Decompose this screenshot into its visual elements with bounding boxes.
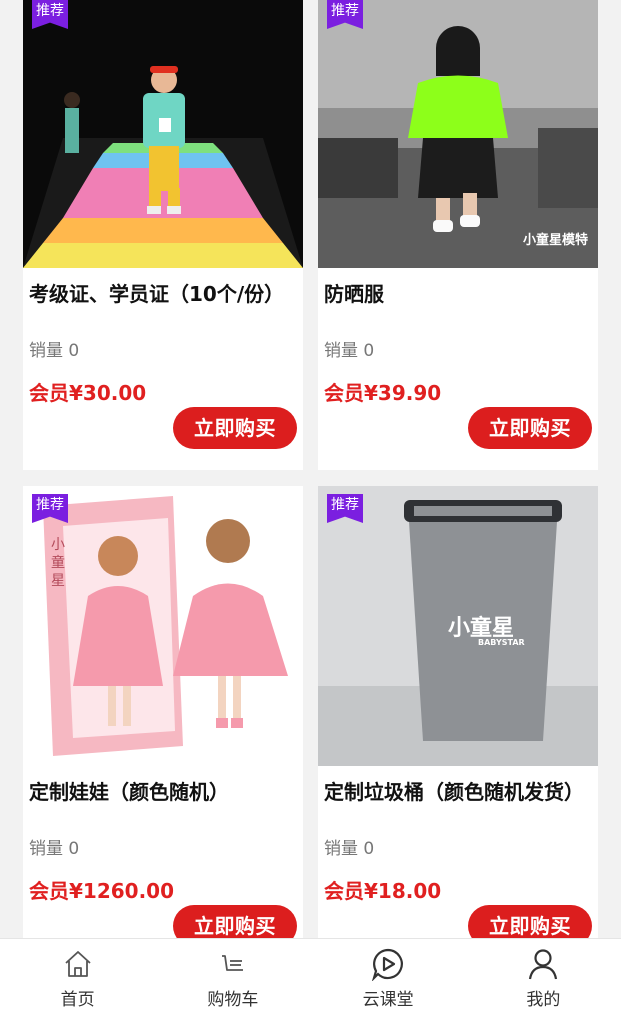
- watermark-text: 小童星模特: [522, 233, 588, 248]
- tab-label: 我的: [526, 990, 561, 1010]
- tab-home[interactable]: 首页: [0, 939, 155, 1014]
- product-price: 会员¥30.00: [29, 381, 147, 405]
- kid-runway-photo: [23, 0, 303, 268]
- tab-label: 首页: [60, 990, 95, 1010]
- product-card[interactable]: 推荐 考级证、学员证（10个/份） 销量 0 会员¥30.00 立即购买: [23, 0, 303, 470]
- product-card[interactable]: 小童星 推荐 定制娃娃（颜色随机） 销量 0 会员¥1260.00 立即购买: [23, 486, 303, 946]
- product-image[interactable]: 小童星: [23, 486, 303, 766]
- sales-count: 销量 0: [29, 839, 80, 859]
- bin-logo-sub: BABYSTAR: [478, 638, 525, 647]
- home-icon: [65, 951, 91, 977]
- sales-count: 销量 0: [324, 341, 375, 361]
- product-title[interactable]: 防晒服: [324, 278, 592, 311]
- buy-now-button[interactable]: 立即购买: [468, 407, 592, 449]
- cart-icon: [221, 955, 243, 971]
- product-image[interactable]: 小童星 BABYSTAR: [318, 486, 598, 766]
- kid-green-jacket-photo: [318, 0, 598, 268]
- tab-label: 购物车: [207, 990, 259, 1010]
- bottom-tab-bar: 首页 购物车 云课堂 我的: [0, 938, 621, 1014]
- product-price: 会员¥18.00: [324, 879, 442, 903]
- product-title[interactable]: 定制垃圾桶（颜色随机发货）: [324, 776, 592, 809]
- user-icon: [529, 949, 558, 980]
- doll-box-photo: [23, 486, 303, 766]
- buy-now-button[interactable]: 立即购买: [173, 407, 297, 449]
- tab-cloud-class[interactable]: 云课堂: [311, 939, 466, 1014]
- play-icon: [372, 948, 404, 981]
- product-card[interactable]: 小童星 BABYSTAR 推荐 定制垃圾桶（颜色随机发货） 销量 0 会员¥18…: [318, 486, 598, 946]
- sales-count: 销量 0: [324, 839, 375, 859]
- product-price: 会员¥39.90: [324, 381, 442, 405]
- product-title[interactable]: 定制娃娃（颜色随机）: [29, 776, 297, 809]
- product-image[interactable]: [23, 0, 303, 268]
- tab-mine[interactable]: 我的: [466, 939, 621, 1014]
- product-image[interactable]: 小童星模特: [318, 0, 598, 268]
- tab-cart[interactable]: 购物车: [155, 939, 310, 1014]
- tab-label: 云课堂: [362, 990, 414, 1010]
- product-title[interactable]: 考级证、学员证（10个/份）: [29, 278, 297, 311]
- box-brand-text: 小童星: [51, 537, 65, 589]
- sales-count: 销量 0: [29, 341, 80, 361]
- product-card[interactable]: 小童星模特 推荐 防晒服 销量 0 会员¥39.90 立即购买: [318, 0, 598, 470]
- product-price: 会员¥1260.00: [29, 879, 175, 903]
